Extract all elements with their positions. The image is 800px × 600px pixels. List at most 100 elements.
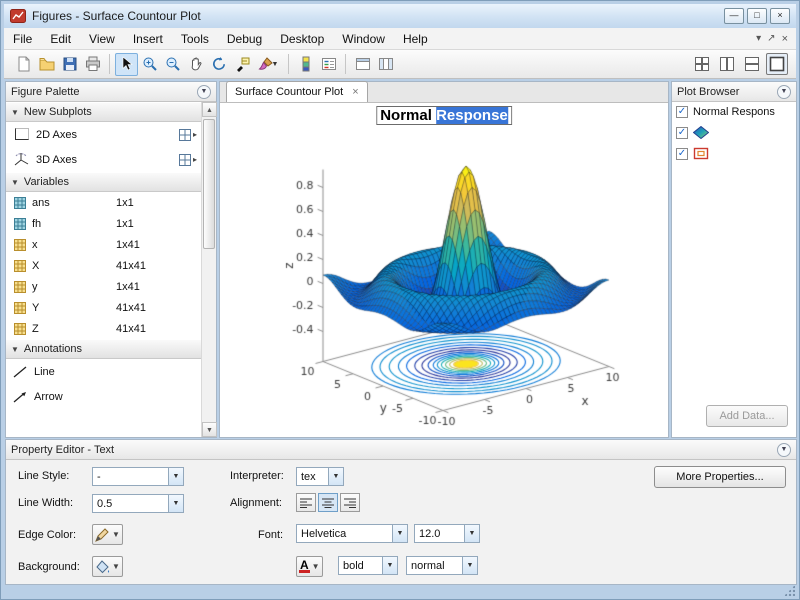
brush-button[interactable]: ▼ xyxy=(253,53,283,76)
tab-surface-contour-plot[interactable]: Surface Countour Plot × xyxy=(226,81,368,102)
figure-palette-body: ▼ New Subplots 2D Axes ▸ 3D Axes ▸ xyxy=(6,102,216,437)
figure-palette-header: Figure Palette ▼ xyxy=(6,82,216,102)
section-variables[interactable]: ▼ Variables xyxy=(6,172,201,192)
rotate-3d-button[interactable] xyxy=(207,53,230,76)
variable-row-y[interactable]: y 1x41 xyxy=(6,276,201,297)
menu-file[interactable]: File xyxy=(4,30,41,48)
menu-help[interactable]: Help xyxy=(394,30,437,48)
variable-row-fh[interactable]: fh 1x1 xyxy=(6,213,201,234)
scrollbar-thumb[interactable] xyxy=(203,119,215,249)
layout-grid-button[interactable] xyxy=(691,53,713,75)
close-tab-icon[interactable]: × xyxy=(352,87,358,98)
data-cursor-button[interactable] xyxy=(230,53,253,76)
layout-grid-icon xyxy=(694,56,710,72)
menu-edit[interactable]: Edit xyxy=(41,30,80,48)
pan-button[interactable] xyxy=(184,53,207,76)
window-resize-grip[interactable] xyxy=(784,585,795,596)
section-new-subplots[interactable]: ▼ New Subplots xyxy=(6,102,201,122)
edge-color-picker[interactable]: ▼ xyxy=(92,524,123,545)
panel-menu-button[interactable]: ▼ xyxy=(777,443,791,457)
insert-legend-button[interactable] xyxy=(317,53,340,76)
palette-item-3d-axes[interactable]: 3D Axes ▸ xyxy=(6,147,201,172)
chevron-down-icon: ▼ xyxy=(392,525,407,542)
font-angle-select[interactable]: normal ▼ xyxy=(406,556,478,575)
layout-split-vertical-button[interactable] xyxy=(716,53,738,75)
figure-palette-scrollbar[interactable]: ▲ ▼ xyxy=(201,102,216,437)
scroll-down-button[interactable]: ▼ xyxy=(202,422,217,437)
line-width-select[interactable]: 0.5 ▼ xyxy=(92,494,184,513)
property-editor-panel: Property Editor - Text ▼ Line Style: - ▼… xyxy=(5,439,797,585)
open-file-button[interactable] xyxy=(35,53,58,76)
layout-single-button[interactable] xyxy=(766,53,788,75)
paint-bucket-icon xyxy=(95,560,110,574)
visibility-checkbox[interactable]: ✓ xyxy=(676,127,688,139)
alignment-label: Alignment: xyxy=(230,497,282,509)
plot-browser-item-title[interactable]: ✓ Normal Respons xyxy=(672,102,796,122)
panel-menu-button[interactable]: ▼ xyxy=(777,85,791,99)
close-button[interactable]: × xyxy=(770,8,790,24)
layout-split-horizontal-button[interactable] xyxy=(741,53,763,75)
plot-browser-item-surface[interactable]: ✓ xyxy=(672,122,796,143)
surface-plot-canvas[interactable] xyxy=(224,103,666,435)
layout-split-vertical-icon xyxy=(719,56,735,72)
hide-plot-tools-button[interactable] xyxy=(351,53,374,76)
line-style-select[interactable]: - ▼ xyxy=(92,467,184,486)
expand-arrow-icon[interactable]: ▸ xyxy=(193,130,197,139)
minimize-button[interactable]: — xyxy=(724,8,744,24)
background-color-picker[interactable]: ▼ xyxy=(92,556,123,577)
zoom-out-button[interactable] xyxy=(161,53,184,76)
select-cursor-button[interactable] xyxy=(115,53,138,76)
menu-debug[interactable]: Debug xyxy=(218,30,271,48)
align-left-button[interactable] xyxy=(296,493,316,512)
variable-row-x[interactable]: x 1x41 xyxy=(6,234,201,255)
panel-menu-button[interactable]: ▼ xyxy=(197,85,211,99)
variable-icon xyxy=(14,260,26,272)
zoom-in-button[interactable] xyxy=(138,53,161,76)
visibility-checkbox[interactable]: ✓ xyxy=(676,148,688,160)
menu-window[interactable]: Window xyxy=(333,30,394,48)
menu-view[interactable]: View xyxy=(80,30,124,48)
menu-tools[interactable]: Tools xyxy=(172,30,218,48)
menu-desktop[interactable]: Desktop xyxy=(271,30,333,48)
font-color-picker[interactable]: A ▼ xyxy=(296,556,323,577)
property-editor-header: Property Editor - Text ▼ xyxy=(6,440,796,460)
align-right-button[interactable] xyxy=(340,493,360,512)
plot-title-editbox[interactable]: Normal Response xyxy=(376,106,512,125)
subplot-grid-icon[interactable] xyxy=(179,154,191,166)
save-figure-button[interactable] xyxy=(58,53,81,76)
font-weight-select[interactable]: bold ▼ xyxy=(338,556,398,575)
palette-item-2d-axes[interactable]: 2D Axes ▸ xyxy=(6,122,201,147)
annotation-item-arrow[interactable]: Arrow xyxy=(6,384,201,409)
variable-icon xyxy=(14,323,26,335)
print-figure-button[interactable] xyxy=(81,53,104,76)
layout-single-icon xyxy=(769,56,785,72)
variable-row-ans[interactable]: ans 1x1 xyxy=(6,192,201,213)
annotation-item-line[interactable]: Line xyxy=(6,359,201,384)
section-annotations[interactable]: ▼ Annotations xyxy=(6,339,201,359)
plot-browser-title: Plot Browser xyxy=(677,86,739,98)
plot-browser-item-contour[interactable]: ✓ xyxy=(672,143,796,164)
undock-icon[interactable]: ↗ xyxy=(767,33,775,44)
font-name-select[interactable]: Helvetica ▼ xyxy=(296,524,408,543)
menu-insert[interactable]: Insert xyxy=(124,30,172,48)
font-size-select[interactable]: 12.0 ▼ xyxy=(414,524,480,543)
more-properties-button[interactable]: More Properties... xyxy=(654,466,786,488)
add-data-button[interactable]: Add Data... xyxy=(706,405,788,427)
new-figure-button[interactable] xyxy=(12,53,35,76)
insert-colorbar-button[interactable] xyxy=(294,53,317,76)
align-center-button[interactable] xyxy=(318,493,338,512)
variable-row-Z[interactable]: Z 41x41 xyxy=(6,318,201,339)
variable-row-X[interactable]: X 41x41 xyxy=(6,255,201,276)
interpreter-select[interactable]: tex ▼ xyxy=(296,467,344,486)
chevron-down-icon[interactable]: ▾ xyxy=(756,33,761,44)
show-plot-tools-button[interactable] xyxy=(374,53,397,76)
expand-arrow-icon[interactable]: ▸ xyxy=(193,155,197,164)
scroll-up-button[interactable]: ▲ xyxy=(202,102,217,117)
titlebar[interactable]: Figures - Surface Countour Plot — □ × xyxy=(4,4,796,28)
visibility-checkbox[interactable]: ✓ xyxy=(676,106,688,118)
variable-row-Y[interactable]: Y 41x41 xyxy=(6,297,201,318)
maximize-button[interactable]: □ xyxy=(747,8,767,24)
window-title: Figures - Surface Countour Plot xyxy=(32,9,201,23)
close-panel-icon[interactable]: × xyxy=(782,33,788,45)
subplot-grid-icon[interactable] xyxy=(179,129,191,141)
